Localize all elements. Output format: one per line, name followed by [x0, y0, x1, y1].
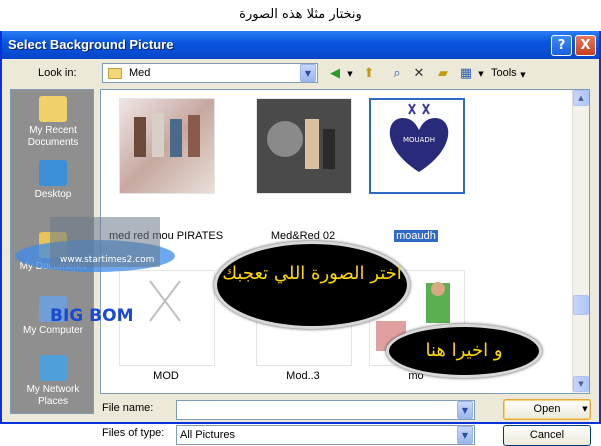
up-folder-icon[interactable]: ⬆ [360, 65, 378, 83]
look-in-value: Med [129, 67, 151, 79]
files-of-type-label: Files of type: [102, 427, 165, 439]
file-label-2[interactable]: moaudh [351, 230, 481, 242]
open-button[interactable]: Open [503, 399, 591, 420]
dialog-title: Select Background Picture [8, 37, 174, 52]
delete-icon[interactable]: ✕ [410, 65, 428, 83]
heart-caption: MOUADH [403, 136, 435, 144]
place-desktop[interactable]: Desktop [11, 160, 95, 201]
close-button[interactable]: X [575, 35, 596, 56]
scroll-down-icon[interactable]: ▼ [573, 376, 589, 392]
file-label-3[interactable]: MOD [101, 370, 231, 382]
chevron-down-icon[interactable]: ▼ [300, 64, 316, 82]
scroll-thumb[interactable] [573, 295, 589, 315]
heart-thumbnail: MOUADH [389, 103, 449, 172]
photo-thumbnail [257, 99, 351, 193]
cancel-button[interactable]: Cancel [503, 425, 591, 446]
photo-thumbnail [134, 113, 200, 157]
files-of-type-value: All Pictures [180, 429, 236, 441]
scroll-up-icon[interactable]: ▲ [573, 90, 589, 106]
files-of-type-select[interactable]: All Pictures ▼ [176, 425, 475, 445]
file-label-4[interactable]: Mod..3 [238, 370, 368, 382]
search-web-icon[interactable]: ⌕ [388, 65, 406, 83]
network-places-icon [39, 355, 67, 381]
back-icon[interactable]: ◀ [326, 65, 344, 83]
views-dropdown-icon[interactable]: ▼ [476, 65, 486, 83]
file-list-scrollbar[interactable]: ▲ ▼ [572, 90, 589, 393]
watermark-name: BIG BOM [50, 306, 133, 326]
file-thumb-0[interactable] [119, 98, 215, 194]
place-label: My Network Places [26, 384, 80, 407]
tools-dropdown-icon[interactable]: ▼ [518, 66, 528, 84]
help-button[interactable]: ? [551, 35, 572, 56]
new-folder-icon[interactable]: ▰ [434, 65, 452, 83]
caption-text: ونختار مثلا هذه الصورة [239, 7, 362, 22]
look-in-label: Look in: [38, 67, 77, 79]
desktop-icon [39, 160, 67, 186]
file-thumb-1[interactable] [256, 98, 352, 194]
file-thumb-2[interactable]: MOUADH [369, 98, 465, 194]
place-network[interactable]: My Network Places [11, 355, 95, 408]
file-name-label: File name: [102, 402, 154, 414]
place-label: Desktop [34, 189, 72, 200]
annotation-bubble-here: و اخيرا هنا [386, 324, 542, 378]
title-bar: Select Background Picture ? X [2, 31, 599, 59]
file-name-input[interactable]: ▼ [176, 400, 475, 420]
place-label: My Recent Documents [27, 125, 79, 148]
annotation-bubble-choose: اختر الصورة اللي تعجبك [214, 241, 410, 329]
chevron-down-icon[interactable]: ▼ [457, 426, 473, 444]
look-in-dropdown[interactable]: Med ▼ [102, 63, 318, 83]
recent-documents-icon [39, 96, 67, 122]
chevron-down-icon[interactable]: ▼ [457, 401, 473, 419]
watermark-graphic: www.startimes2.com BIG BOM [15, 217, 175, 326]
folder-icon [108, 68, 122, 79]
views-icon[interactable]: ▦ [457, 65, 475, 83]
watermark-logo: www.startimes2.com BIG BOM [10, 211, 180, 331]
back-dropdown-icon[interactable]: ▼ [345, 65, 355, 83]
watermark-url: www.startimes2.com [60, 255, 154, 265]
place-recent-documents[interactable]: My Recent Documents [11, 96, 95, 149]
open-dropdown-icon[interactable]: ▼ [579, 400, 591, 419]
select-picture-dialog: Select Background Picture ? X Look in: M… [0, 31, 601, 446]
tools-menu[interactable]: Tools [491, 67, 517, 79]
